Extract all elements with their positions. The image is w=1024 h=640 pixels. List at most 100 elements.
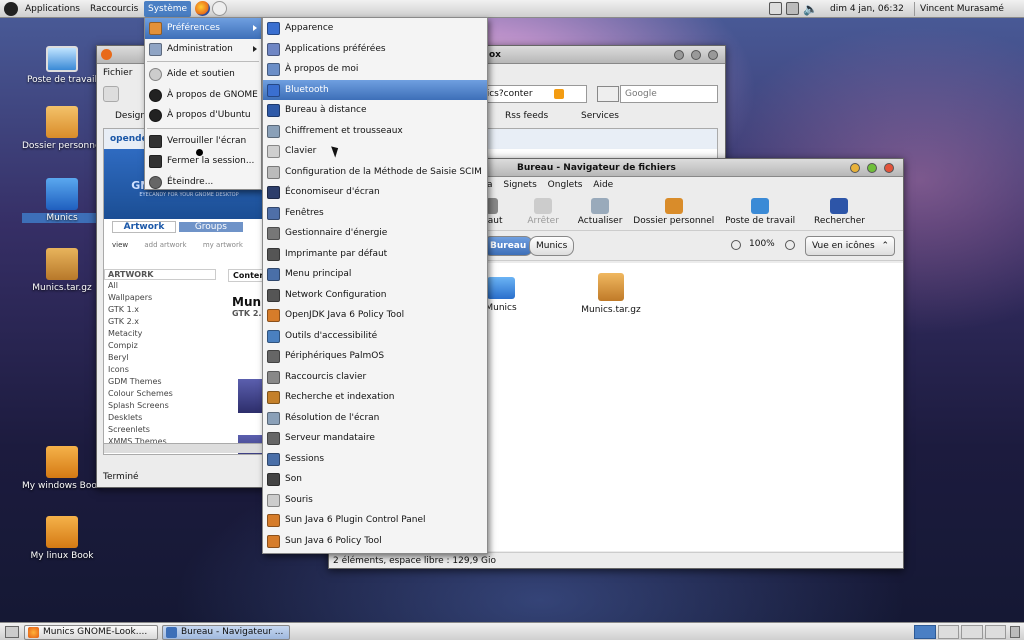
zoom-level[interactable]: 100% xyxy=(749,239,775,249)
artwork-category-link[interactable]: Desklets xyxy=(104,412,216,424)
pref-item-configuration-de-la-methode-de-saisie-scim[interactable]: Configuration de la Méthode de Saisie SC… xyxy=(263,162,487,183)
tab-artwork[interactable]: Artwork xyxy=(112,221,176,233)
minimize-button[interactable] xyxy=(850,163,860,173)
pref-item-raccourcis-clavier[interactable]: Raccourcis clavier xyxy=(263,367,487,388)
show-desktop-icon[interactable] xyxy=(5,626,19,638)
artwork-category-link[interactable]: Metacity xyxy=(104,328,216,340)
workspace-3[interactable] xyxy=(961,625,983,639)
artwork-category-link[interactable]: GDM Themes xyxy=(104,376,216,388)
pref-item-imprimante-par-defaut[interactable]: Imprimante par défaut xyxy=(263,244,487,265)
artwork-category-link[interactable]: GTK 1.x xyxy=(104,304,216,316)
menu-item-administration[interactable]: Administration xyxy=(145,39,261,60)
workspace-1[interactable] xyxy=(914,625,936,639)
menu-item-shutdown[interactable]: Éteindre... xyxy=(145,172,261,193)
pref-item-recherche-et-indexation[interactable]: Recherche et indexation xyxy=(263,387,487,408)
updates-icon[interactable] xyxy=(786,2,799,15)
network-icon[interactable] xyxy=(769,2,782,15)
menu-item-lock[interactable]: Verrouiller l'écran xyxy=(145,131,261,152)
artwork-category-link[interactable]: Splash Screens xyxy=(104,400,216,412)
artwork-category-link[interactable]: Beryl xyxy=(104,352,216,364)
pref-item-menu-principal[interactable]: Menu principal xyxy=(263,264,487,285)
subtab-view[interactable]: view xyxy=(112,241,128,249)
pref-item-network-configuration[interactable]: Network Configuration xyxy=(263,285,487,306)
pref-item-resolution-de-l-ecran[interactable]: Résolution de l'écran xyxy=(263,408,487,429)
artwork-category-link[interactable]: Wallpapers xyxy=(104,292,216,304)
stop-button[interactable]: Arrêter xyxy=(527,198,559,226)
zoom-out-icon[interactable] xyxy=(731,240,741,250)
clock[interactable]: dim 4 jan, 06:32 xyxy=(826,1,908,17)
pref-item-openjdk-java-6-policy-tool[interactable]: OpenJDK Java 6 Policy Tool xyxy=(263,305,487,326)
volume-icon[interactable]: 🔈 xyxy=(803,1,818,17)
zoom-in-icon[interactable] xyxy=(785,240,795,250)
path-button-munics[interactable]: Munics xyxy=(529,236,575,256)
menu-file[interactable]: Fichier xyxy=(103,68,132,78)
workspace-2[interactable] xyxy=(937,625,959,639)
help-launcher-icon[interactable] xyxy=(212,1,227,16)
desktop-icon-windows-book[interactable]: My windows Book xyxy=(22,446,102,491)
menu-item-about-ubuntu[interactable]: À propos d'Ubuntu xyxy=(145,105,261,126)
artwork-category-link[interactable]: Compiz xyxy=(104,340,216,352)
workspace-switcher[interactable] xyxy=(914,625,1006,639)
subtab-add[interactable]: add artwork xyxy=(144,241,186,249)
menu-bookmarks[interactable]: Signets xyxy=(503,180,536,190)
pref-item-serveur-mandataire[interactable]: Serveur mandataire xyxy=(263,428,487,449)
pref-item-a-propos-de-moi[interactable]: À propos de moi xyxy=(263,59,487,80)
bookmark-design[interactable]: Design xyxy=(115,106,146,126)
pref-item-peripheriques-palmos[interactable]: Périphériques PalmOS xyxy=(263,346,487,367)
desktop-icon-home[interactable]: Dossier personnel xyxy=(22,106,103,151)
reload-button[interactable]: Actualiser xyxy=(578,198,622,226)
bookmark-rss[interactable]: Rss feeds xyxy=(505,106,548,126)
artwork-category-link[interactable]: Icons xyxy=(104,364,216,376)
maximize-button[interactable] xyxy=(867,163,877,173)
search-button[interactable]: Rechercher xyxy=(814,198,865,226)
file-item-archive[interactable]: Munics.tar.gz xyxy=(573,273,649,315)
url-bar[interactable]: nics?conter xyxy=(477,85,587,103)
desktop-icon-archive[interactable]: Munics.tar.gz xyxy=(22,248,102,293)
maximize-button[interactable] xyxy=(691,50,701,60)
pref-item-economiseur-d-ecran[interactable]: Économiseur d'écran xyxy=(263,182,487,203)
pref-item-sun-java-6-plugin-control-panel[interactable]: Sun Java 6 Plugin Control Panel xyxy=(263,510,487,531)
menu-item-logout[interactable]: Fermer la session... xyxy=(145,151,261,172)
pref-item-sun-java-6-policy-tool[interactable]: Sun Java 6 Policy Tool xyxy=(263,531,487,552)
artwork-category-link[interactable]: Colour Schemes xyxy=(104,388,216,400)
pref-item-fenetres[interactable]: Fenêtres xyxy=(263,203,487,224)
pref-item-clavier[interactable]: Clavier xyxy=(263,141,487,162)
bookmark-services[interactable]: Services xyxy=(581,106,619,126)
desktop-icon-munics[interactable]: Munics xyxy=(22,178,102,223)
pref-item-chiffrement-et-trousseaux[interactable]: Chiffrement et trousseaux xyxy=(263,121,487,142)
menu-item-help[interactable]: Aide et soutien xyxy=(145,64,261,85)
close-button[interactable] xyxy=(708,50,718,60)
pref-item-applications-preferees[interactable]: Applications préférées xyxy=(263,39,487,60)
places-menu[interactable]: Raccourcis xyxy=(86,1,142,17)
rss-icon[interactable] xyxy=(554,89,564,99)
menu-item-preferences[interactable]: Préférences xyxy=(145,18,261,39)
menu-tabs[interactable]: Onglets xyxy=(548,180,583,190)
pref-item-son[interactable]: Son xyxy=(263,469,487,490)
artwork-category-link[interactable]: Screenlets xyxy=(104,424,216,436)
applications-menu[interactable]: Applications xyxy=(21,1,84,17)
menu-help[interactable]: Aide xyxy=(593,180,613,190)
subtab-mine[interactable]: my artwork xyxy=(203,241,243,249)
workspace-4[interactable] xyxy=(984,625,1006,639)
home-button[interactable]: Dossier personnel xyxy=(633,198,714,226)
search-input[interactable] xyxy=(620,85,718,103)
taskbar-item-file-manager[interactable]: Bureau - Navigateur ... xyxy=(162,625,290,640)
firefox-launcher-icon[interactable] xyxy=(195,1,210,16)
pref-item-bluetooth[interactable]: Bluetooth xyxy=(263,79,487,100)
pref-item-outils-d-accessibilite[interactable]: Outils d'accessibilité xyxy=(263,326,487,347)
close-button[interactable] xyxy=(884,163,894,173)
desktop-icon-linux-book[interactable]: My linux Book xyxy=(22,516,102,561)
taskbar-item-firefox[interactable]: Munics GNOME-Look.... xyxy=(24,625,158,640)
view-mode-select[interactable]: Vue en icônes ⌃ xyxy=(805,236,895,256)
search-engine-icon[interactable] xyxy=(597,86,619,102)
minimize-button[interactable] xyxy=(674,50,684,60)
back-icon[interactable] xyxy=(103,86,119,102)
pref-item-sessions[interactable]: Sessions xyxy=(263,449,487,470)
desktop-icon-computer[interactable]: Poste de travail xyxy=(22,46,102,85)
menu-item-about-gnome[interactable]: À propos de GNOME xyxy=(145,85,261,106)
pref-item-gestionnaire-d-energie[interactable]: Gestionnaire d'énergie xyxy=(263,223,487,244)
tab-groups[interactable]: Groups xyxy=(178,222,243,232)
user-switcher[interactable]: Vincent Murasamé xyxy=(916,1,1008,17)
computer-button[interactable]: Poste de travail xyxy=(725,198,795,226)
preview-thumb[interactable] xyxy=(238,379,264,413)
